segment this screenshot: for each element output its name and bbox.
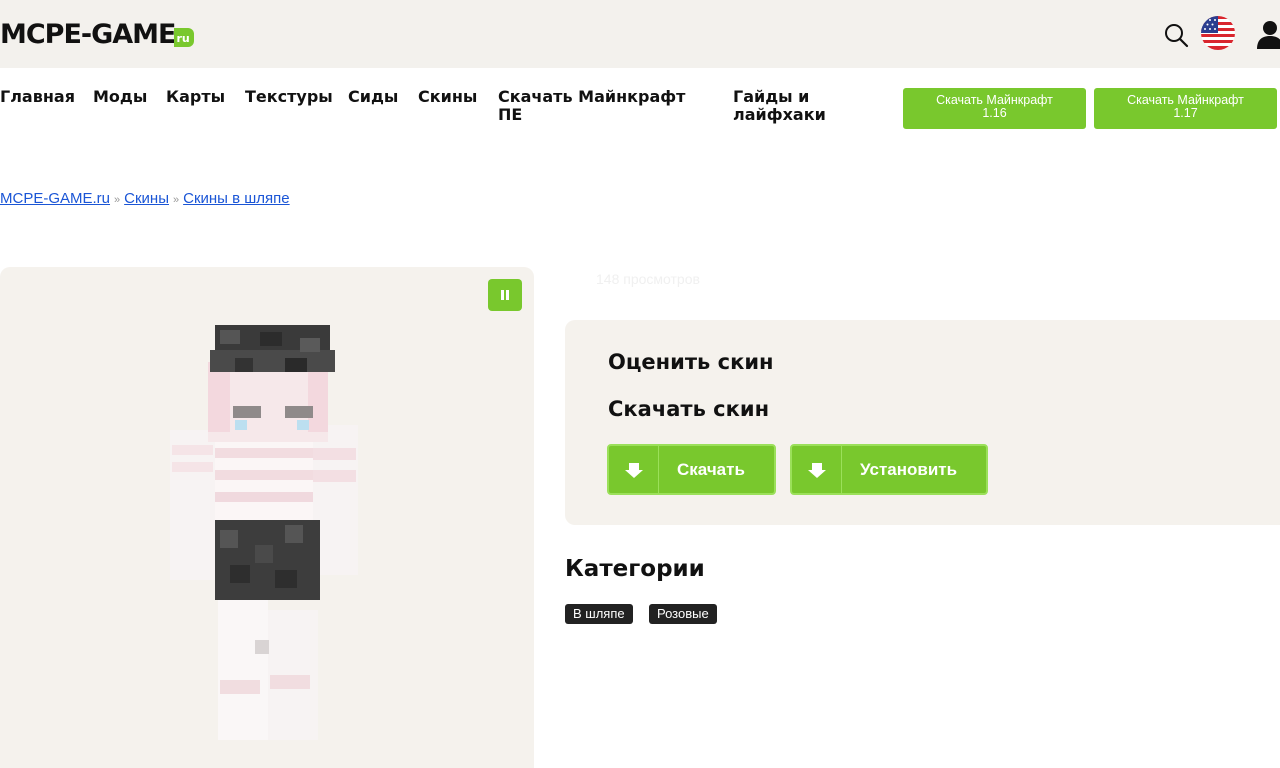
nav-item-skins[interactable]: Скины xyxy=(418,88,477,106)
nav-item-home[interactable]: Главная xyxy=(0,88,75,106)
download-117-line2: 1.17 xyxy=(1173,106,1198,120)
install-button-label: Установить xyxy=(860,460,958,479)
category-tag-hat[interactable]: В шляпе xyxy=(565,604,633,624)
install-icon xyxy=(792,446,842,493)
breadcrumb-home[interactable]: MCPE-GAME.ru xyxy=(0,190,110,207)
category-tag-pink[interactable]: Розовые xyxy=(649,604,717,624)
download-117-line1: Скачать Майнкрафт xyxy=(1127,93,1244,107)
skin-3d-model[interactable] xyxy=(160,320,370,760)
download-skin-button[interactable]: Скачать xyxy=(607,444,776,495)
logo-text: MCPE-GAME xyxy=(0,19,176,50)
download-116-line1: Скачать Майнкрафт xyxy=(936,93,1053,107)
download-minecraft-117-button[interactable]: Скачать Майнкрафт 1.17 xyxy=(1094,88,1277,129)
nav-item-maps[interactable]: Карты xyxy=(166,88,225,106)
breadcrumb-skins[interactable]: Скины xyxy=(124,190,169,207)
us-flag-icon[interactable] xyxy=(1201,16,1235,50)
download-minecraft-116-button[interactable]: Скачать Майнкрафт 1.16 xyxy=(903,88,1086,129)
nav-item-download-pe[interactable]: Скачать Майнкрафт ПЕ xyxy=(498,88,685,124)
pause-animation-button[interactable] xyxy=(488,279,522,311)
top-header: MCPE-GAMEru xyxy=(0,0,1280,68)
nav-guides-line2: лайфхаки xyxy=(733,105,826,124)
download-116-line2: 1.16 xyxy=(982,106,1007,120)
download-button-label: Скачать xyxy=(677,460,745,479)
breadcrumb-hat-skins[interactable]: Скины в шляпе xyxy=(183,190,290,207)
logo-suffix: ru xyxy=(173,28,194,47)
breadcrumb-separator: » xyxy=(114,194,121,206)
nav-item-guides[interactable]: Гайды и лайфхаки xyxy=(733,88,826,124)
download-skin-title: Скачать скин xyxy=(608,397,770,421)
nav-item-seeds[interactable]: Сиды xyxy=(348,88,398,106)
views-count: 148 просмотров xyxy=(596,271,700,287)
nav-guides-line1: Гайды и xyxy=(733,87,810,106)
breadcrumb: MCPE-GAME.ru» Скины» Скины в шляпе xyxy=(0,190,290,207)
nav-item-textures[interactable]: Текстуры xyxy=(245,88,333,106)
categories-title: Категории xyxy=(565,556,705,582)
nav-item-mods[interactable]: Моды xyxy=(93,88,147,106)
breadcrumb-separator: » xyxy=(172,194,180,206)
pause-icon xyxy=(501,290,504,300)
user-icon[interactable] xyxy=(1255,19,1280,49)
search-icon[interactable] xyxy=(1163,22,1189,48)
download-icon xyxy=(609,446,659,493)
install-skin-button[interactable]: Установить xyxy=(790,444,988,495)
nav-download-pe-line2: ПЕ xyxy=(498,105,523,124)
site-logo[interactable]: MCPE-GAMEru xyxy=(0,19,194,50)
pause-icon xyxy=(506,290,509,300)
rate-skin-title: Оценить скин xyxy=(608,350,774,374)
nav-download-pe-line1: Скачать Майнкрафт xyxy=(498,87,686,106)
